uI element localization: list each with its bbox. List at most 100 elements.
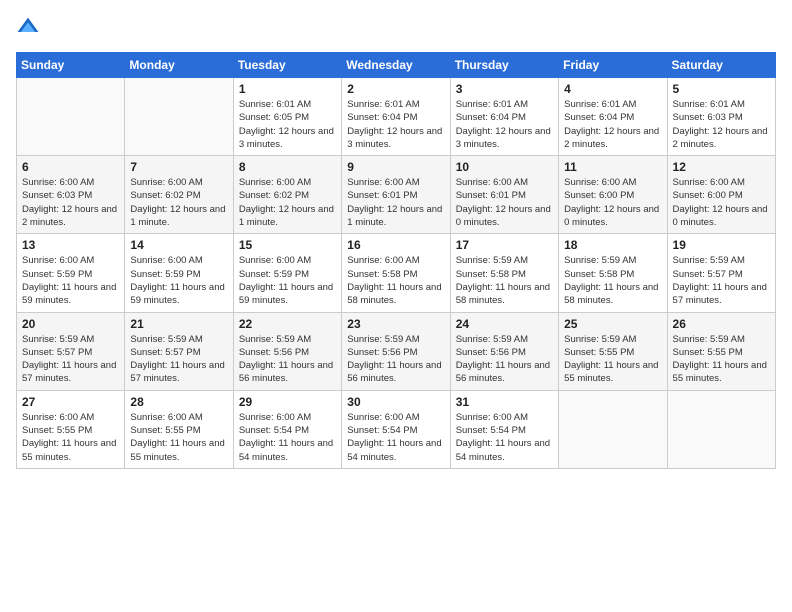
day-info: Sunrise: 6:01 AM Sunset: 6:05 PM Dayligh… xyxy=(239,98,336,151)
day-number: 10 xyxy=(456,160,553,174)
day-info: Sunrise: 6:00 AM Sunset: 6:02 PM Dayligh… xyxy=(130,176,227,229)
day-info: Sunrise: 6:01 AM Sunset: 6:03 PM Dayligh… xyxy=(673,98,770,151)
calendar-cell: 28 Sunrise: 6:00 AM Sunset: 5:55 PM Dayli… xyxy=(125,390,233,468)
calendar-header-saturday: Saturday xyxy=(667,53,775,78)
calendar-header-monday: Monday xyxy=(125,53,233,78)
day-info: Sunrise: 6:00 AM Sunset: 6:01 PM Dayligh… xyxy=(347,176,444,229)
calendar-cell: 29 Sunrise: 6:00 AM Sunset: 5:54 PM Dayli… xyxy=(233,390,341,468)
logo-icon xyxy=(16,16,40,40)
day-info: Sunrise: 6:00 AM Sunset: 5:58 PM Dayligh… xyxy=(347,254,444,307)
calendar-cell: 9 Sunrise: 6:00 AM Sunset: 6:01 PM Daylig… xyxy=(342,156,450,234)
calendar-cell: 30 Sunrise: 6:00 AM Sunset: 5:54 PM Dayli… xyxy=(342,390,450,468)
calendar-week-row: 6 Sunrise: 6:00 AM Sunset: 6:03 PM Daylig… xyxy=(17,156,776,234)
day-info: Sunrise: 6:00 AM Sunset: 5:54 PM Dayligh… xyxy=(239,411,336,464)
day-info: Sunrise: 6:00 AM Sunset: 6:03 PM Dayligh… xyxy=(22,176,119,229)
day-number: 2 xyxy=(347,82,444,96)
calendar-cell: 25 Sunrise: 5:59 AM Sunset: 5:55 PM Dayli… xyxy=(559,312,667,390)
calendar-cell: 21Sunrise: 5:59 AM Sunset: 5:57 PM Dayli… xyxy=(125,312,233,390)
calendar-cell: 23 Sunrise: 5:59 AM Sunset: 5:56 PM Dayli… xyxy=(342,312,450,390)
day-info: Sunrise: 5:59 AM Sunset: 5:57 PM Dayligh… xyxy=(673,254,770,307)
day-info: Sunrise: 6:00 AM Sunset: 5:54 PM Dayligh… xyxy=(347,411,444,464)
day-number: 20 xyxy=(22,317,119,331)
calendar-header-sunday: Sunday xyxy=(17,53,125,78)
day-info: Sunrise: 6:00 AM Sunset: 6:02 PM Dayligh… xyxy=(239,176,336,229)
calendar-week-row: 27 Sunrise: 6:00 AM Sunset: 5:55 PM Dayli… xyxy=(17,390,776,468)
calendar-cell xyxy=(17,78,125,156)
calendar-table: SundayMondayTuesdayWednesdayThursdayFrid… xyxy=(16,52,776,469)
calendar-cell xyxy=(559,390,667,468)
calendar-cell: 2 Sunrise: 6:01 AM Sunset: 6:04 PM Daylig… xyxy=(342,78,450,156)
calendar-cell: 18 Sunrise: 5:59 AM Sunset: 5:58 PM Dayli… xyxy=(559,234,667,312)
day-info: Sunrise: 6:01 AM Sunset: 6:04 PM Dayligh… xyxy=(456,98,553,151)
page-header xyxy=(16,16,776,40)
day-number: 31 xyxy=(456,395,553,409)
calendar-cell: 8 Sunrise: 6:00 AM Sunset: 6:02 PM Daylig… xyxy=(233,156,341,234)
calendar-cell: 20 Sunrise: 5:59 AM Sunset: 5:57 PM Dayli… xyxy=(17,312,125,390)
day-info: Sunrise: 6:01 AM Sunset: 6:04 PM Dayligh… xyxy=(564,98,661,151)
calendar-cell: 7Sunrise: 6:00 AM Sunset: 6:02 PM Daylig… xyxy=(125,156,233,234)
day-number: 26 xyxy=(673,317,770,331)
day-number: 17 xyxy=(456,238,553,252)
day-info: Sunrise: 6:00 AM Sunset: 5:59 PM Dayligh… xyxy=(239,254,336,307)
logo xyxy=(16,16,44,40)
day-info: Sunrise: 5:59 AM Sunset: 5:56 PM Dayligh… xyxy=(456,333,553,386)
day-number: 22 xyxy=(239,317,336,331)
day-info: Sunrise: 6:00 AM Sunset: 5:55 PM Dayligh… xyxy=(130,411,227,464)
day-number: 3 xyxy=(456,82,553,96)
day-number: 4 xyxy=(564,82,661,96)
day-number: 18 xyxy=(564,238,661,252)
day-number: 5 xyxy=(673,82,770,96)
day-info: Sunrise: 5:59 AM Sunset: 5:55 PM Dayligh… xyxy=(564,333,661,386)
day-number: 6 xyxy=(22,160,119,174)
day-number: 29 xyxy=(239,395,336,409)
day-info: Sunrise: 5:59 AM Sunset: 5:57 PM Dayligh… xyxy=(22,333,119,386)
calendar-header-row: SundayMondayTuesdayWednesdayThursdayFrid… xyxy=(17,53,776,78)
day-number: 30 xyxy=(347,395,444,409)
day-number: 9 xyxy=(347,160,444,174)
day-number: 21 xyxy=(130,317,227,331)
calendar-cell: 31 Sunrise: 6:00 AM Sunset: 5:54 PM Dayli… xyxy=(450,390,558,468)
calendar-cell: 27Sunrise: 6:00 AM Sunset: 5:55 PM Dayli… xyxy=(17,390,125,468)
calendar-cell xyxy=(667,390,775,468)
day-number: 27 xyxy=(22,395,119,409)
day-number: 15 xyxy=(239,238,336,252)
day-info: Sunrise: 6:00 AM Sunset: 6:01 PM Dayligh… xyxy=(456,176,553,229)
calendar-week-row: 1 Sunrise: 6:01 AM Sunset: 6:05 PM Daylig… xyxy=(17,78,776,156)
day-info: Sunrise: 6:00 AM Sunset: 6:00 PM Dayligh… xyxy=(673,176,770,229)
day-number: 28 xyxy=(130,395,227,409)
calendar-cell: 22 Sunrise: 5:59 AM Sunset: 5:56 PM Dayli… xyxy=(233,312,341,390)
calendar-cell: 24 Sunrise: 5:59 AM Sunset: 5:56 PM Dayli… xyxy=(450,312,558,390)
calendar-cell: 12Sunrise: 6:00 AM Sunset: 6:00 PM Dayli… xyxy=(667,156,775,234)
calendar-cell: 3 Sunrise: 6:01 AM Sunset: 6:04 PM Daylig… xyxy=(450,78,558,156)
day-number: 19 xyxy=(673,238,770,252)
day-info: Sunrise: 5:59 AM Sunset: 5:58 PM Dayligh… xyxy=(456,254,553,307)
calendar-week-row: 20 Sunrise: 5:59 AM Sunset: 5:57 PM Dayli… xyxy=(17,312,776,390)
day-info: Sunrise: 5:59 AM Sunset: 5:55 PM Dayligh… xyxy=(673,333,770,386)
calendar-header-tuesday: Tuesday xyxy=(233,53,341,78)
day-info: Sunrise: 5:59 AM Sunset: 5:56 PM Dayligh… xyxy=(347,333,444,386)
day-info: Sunrise: 5:59 AM Sunset: 5:56 PM Dayligh… xyxy=(239,333,336,386)
day-number: 1 xyxy=(239,82,336,96)
day-info: Sunrise: 6:00 AM Sunset: 6:00 PM Dayligh… xyxy=(564,176,661,229)
day-info: Sunrise: 6:01 AM Sunset: 6:04 PM Dayligh… xyxy=(347,98,444,151)
day-number: 11 xyxy=(564,160,661,174)
calendar-cell: 14Sunrise: 6:00 AM Sunset: 5:59 PM Dayli… xyxy=(125,234,233,312)
calendar-cell: 15 Sunrise: 6:00 AM Sunset: 5:59 PM Dayli… xyxy=(233,234,341,312)
calendar-cell: 5 Sunrise: 6:01 AM Sunset: 6:03 PM Daylig… xyxy=(667,78,775,156)
day-number: 16 xyxy=(347,238,444,252)
calendar-cell: 11 Sunrise: 6:00 AM Sunset: 6:00 PM Dayli… xyxy=(559,156,667,234)
day-info: Sunrise: 5:59 AM Sunset: 5:58 PM Dayligh… xyxy=(564,254,661,307)
calendar-cell xyxy=(125,78,233,156)
calendar-cell: 16 Sunrise: 6:00 AM Sunset: 5:58 PM Dayli… xyxy=(342,234,450,312)
day-number: 24 xyxy=(456,317,553,331)
day-number: 25 xyxy=(564,317,661,331)
calendar-cell: 26 Sunrise: 5:59 AM Sunset: 5:55 PM Dayli… xyxy=(667,312,775,390)
day-info: Sunrise: 6:00 AM Sunset: 5:59 PM Dayligh… xyxy=(22,254,119,307)
calendar-header-thursday: Thursday xyxy=(450,53,558,78)
calendar-cell: 13Sunrise: 6:00 AM Sunset: 5:59 PM Dayli… xyxy=(17,234,125,312)
day-number: 23 xyxy=(347,317,444,331)
calendar-header-wednesday: Wednesday xyxy=(342,53,450,78)
calendar-cell: 4 Sunrise: 6:01 AM Sunset: 6:04 PM Daylig… xyxy=(559,78,667,156)
day-number: 8 xyxy=(239,160,336,174)
day-info: Sunrise: 6:00 AM Sunset: 5:54 PM Dayligh… xyxy=(456,411,553,464)
